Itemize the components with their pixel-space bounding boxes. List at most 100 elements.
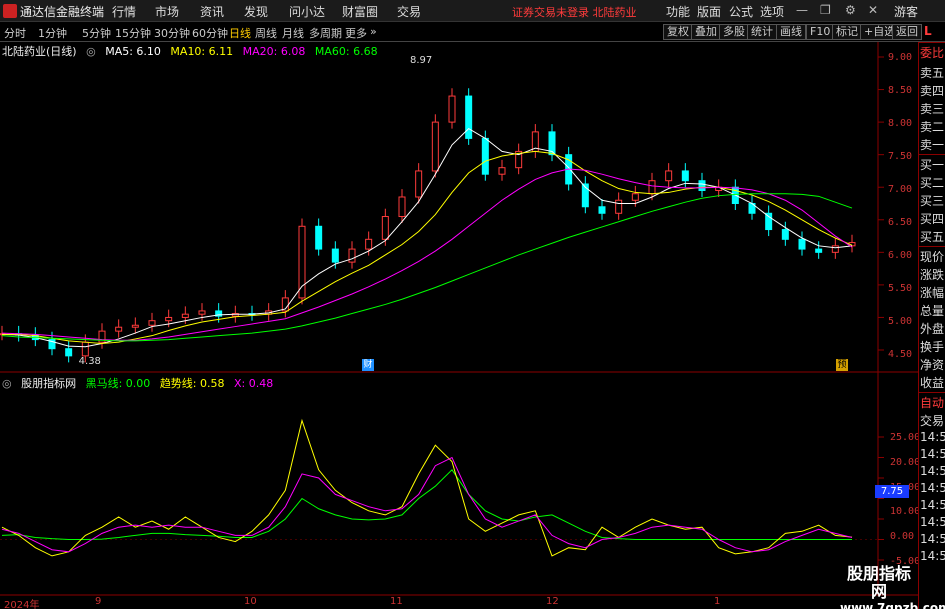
candle-body bbox=[398, 196, 406, 218]
trade-tab[interactable]: 交易 bbox=[920, 412, 944, 429]
quote-label: 卖四 bbox=[920, 84, 945, 98]
ma-toggle-icon[interactable]: ◎ bbox=[86, 45, 96, 58]
auto-tab[interactable]: 自动 bbox=[920, 394, 944, 411]
quote-label: 总量 bbox=[920, 304, 945, 318]
y-tick: 8.50 bbox=[888, 85, 913, 96]
panel-toggle-icon[interactable]: L bbox=[924, 24, 932, 38]
forecast-marker[interactable]: 预 bbox=[836, 359, 848, 371]
period-more[interactable]: 更多 bbox=[345, 25, 367, 41]
quote-label: 换手 bbox=[920, 340, 945, 354]
quote-label: 卖二 bbox=[920, 120, 945, 134]
indicator-line-1 bbox=[1, 418, 853, 557]
menu-item-xuanxiang[interactable]: 选项 bbox=[760, 3, 784, 20]
menu-item-zixun[interactable]: 资讯 bbox=[200, 3, 224, 20]
candle-body bbox=[681, 170, 689, 182]
indicator-toggle-icon[interactable]: ◎ bbox=[2, 377, 12, 390]
y-tick: 9.00 bbox=[888, 52, 913, 63]
menu-item-gongshi[interactable]: 公式 bbox=[729, 3, 753, 20]
y-tick: 6.00 bbox=[888, 250, 913, 261]
candle-body bbox=[448, 95, 456, 123]
menu-item-gongneng[interactable]: 功能 bbox=[666, 3, 690, 20]
candle-body bbox=[115, 326, 123, 332]
period-fenshi[interactable]: 分时 bbox=[4, 25, 26, 41]
y-tick: 25.00 bbox=[890, 432, 921, 443]
y-tick: 0.00 bbox=[890, 531, 915, 542]
tongji-button[interactable]: 统计 bbox=[747, 24, 777, 40]
fuquan-button[interactable]: 复权 bbox=[663, 24, 693, 40]
candle-body bbox=[498, 167, 506, 175]
time-label: 14:56 bbox=[920, 532, 945, 546]
time-label: 14:56 bbox=[920, 447, 945, 461]
time-label: 14:56 bbox=[920, 481, 945, 495]
stock-name: 北陆药业 bbox=[2, 45, 46, 58]
menu-item-wenxiaoda[interactable]: 问小达 bbox=[289, 3, 325, 20]
settings-icon[interactable]: ⚙ bbox=[845, 3, 856, 17]
period-multi[interactable]: 多周期 bbox=[309, 25, 342, 41]
quote-label: 涨幅 bbox=[920, 286, 945, 300]
indicator-name[interactable]: 股朋指标网 bbox=[21, 377, 76, 390]
candle-body bbox=[765, 212, 773, 231]
low-price-label: 4.38 bbox=[79, 356, 101, 367]
y-tick: 7.00 bbox=[888, 184, 913, 195]
period-daily[interactable]: 日线 bbox=[229, 25, 251, 41]
period-60min[interactable]: 60分钟 bbox=[192, 25, 228, 41]
restore-icon[interactable]: ❐ bbox=[820, 3, 831, 17]
chart-grid bbox=[0, 42, 918, 596]
candle-body bbox=[131, 324, 139, 328]
y-tick: 4.50 bbox=[888, 349, 913, 360]
trend-line-label: 趋势线: 0.58 bbox=[159, 377, 225, 390]
app-logo-icon bbox=[3, 4, 17, 18]
candle-body bbox=[181, 313, 189, 318]
period-30min[interactable]: 30分钟 bbox=[154, 25, 190, 41]
candle-body bbox=[781, 229, 789, 240]
ma20-label: MA20: 6.08 bbox=[242, 45, 306, 58]
menu-item-faxian[interactable]: 发现 bbox=[244, 3, 268, 20]
diejia-button[interactable]: 叠加 bbox=[691, 24, 721, 40]
cursor-price-tag: 7.75 bbox=[875, 485, 909, 498]
back-button[interactable]: 返回 bbox=[892, 24, 922, 40]
time-label: 14:56 bbox=[920, 464, 945, 478]
y-tick: 6.50 bbox=[888, 217, 913, 228]
menu-item-caifuquan[interactable]: 财富圈 bbox=[342, 3, 378, 20]
x-tick: 11 bbox=[390, 596, 403, 607]
app-title: 通达信金融终端 bbox=[20, 5, 105, 19]
more-chevron-icon[interactable]: » bbox=[370, 25, 377, 38]
period-monthly[interactable]: 月线 bbox=[282, 25, 304, 41]
period-5min[interactable]: 5分钟 bbox=[82, 25, 111, 41]
ma-line-ma5 bbox=[1, 127, 853, 348]
candle-body bbox=[598, 206, 606, 214]
candle-body bbox=[331, 248, 339, 263]
close-icon[interactable]: ✕ bbox=[868, 3, 878, 17]
candle-body bbox=[415, 170, 423, 198]
biaoji-button[interactable]: 标记 bbox=[832, 24, 862, 40]
menu-item-banmian[interactable]: 版面 bbox=[697, 3, 721, 20]
minimize-icon[interactable]: — bbox=[796, 3, 808, 17]
guest-label[interactable]: 游客 bbox=[894, 3, 918, 20]
period-15min[interactable]: 15分钟 bbox=[115, 25, 151, 41]
time-label: 14:56 bbox=[920, 498, 945, 512]
duogu-button[interactable]: 多股 bbox=[719, 24, 749, 40]
period-weekly[interactable]: 周线 bbox=[255, 25, 277, 41]
watermark: 股朋指标网 www.7gpzb.com bbox=[840, 564, 945, 609]
candlesticks bbox=[0, 88, 856, 363]
candle-body bbox=[381, 216, 389, 240]
chart-area[interactable]: 8.97 4.38 bbox=[0, 42, 918, 609]
quote-label: 净资 bbox=[920, 358, 945, 372]
quote-label: 外盘 bbox=[920, 322, 945, 336]
indicator-line-2 bbox=[1, 456, 853, 553]
f10-button[interactable]: F10 bbox=[806, 24, 835, 40]
time-label: 14:56 bbox=[920, 549, 945, 563]
period-1min[interactable]: 1分钟 bbox=[38, 25, 67, 41]
menu-item-shichang[interactable]: 市场 bbox=[155, 3, 179, 20]
candle-body bbox=[431, 121, 439, 172]
huaxian-button[interactable]: 画线 bbox=[776, 24, 806, 40]
menu-item-hangqing[interactable]: 行情 bbox=[112, 3, 136, 20]
watermark-title: 股朋指标网 bbox=[846, 564, 911, 601]
menu-item-jiaoyi[interactable]: 交易 bbox=[397, 3, 421, 20]
main-chart-header: 北陆药业(日线) ◎ MA5: 6.10 MA10: 6.11 MA20: 6.… bbox=[2, 43, 384, 59]
candle-body bbox=[65, 348, 73, 357]
login-status[interactable]: 证券交易未登录 北陆药业 bbox=[512, 4, 637, 20]
financial-report-marker[interactable]: 财 bbox=[362, 359, 374, 371]
candle-body bbox=[298, 225, 306, 299]
time-label: 14:56 bbox=[920, 515, 945, 529]
